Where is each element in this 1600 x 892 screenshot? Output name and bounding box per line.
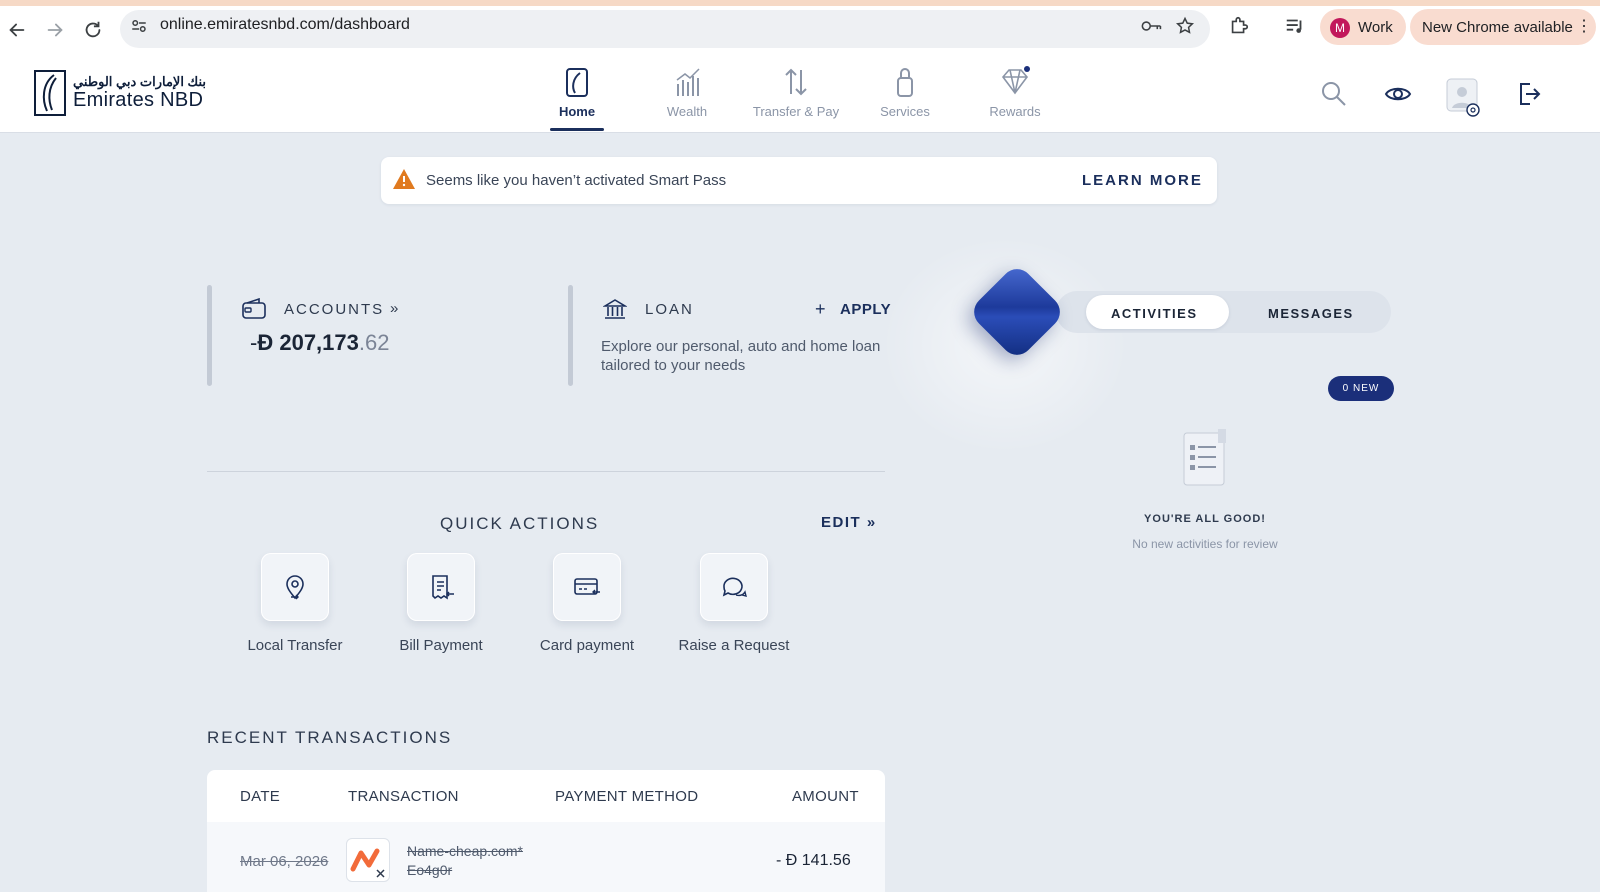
reload-icon[interactable] <box>82 19 104 41</box>
transaction-amount: - Đ 141.56 <box>776 852 851 869</box>
tab-rewards-label: Rewards <box>989 104 1041 119</box>
search-icon[interactable] <box>1320 80 1348 108</box>
section-divider <box>207 471 885 472</box>
accounts-accent-bar <box>207 285 212 386</box>
url-text[interactable]: online.emiratesnbd.com/dashboard <box>160 16 410 34</box>
loan-description: Explore our personal, auto and home loan… <box>601 338 881 374</box>
edit-label[interactable]: EDIT <box>821 514 861 531</box>
bookmark-star-icon[interactable] <box>1175 16 1195 36</box>
new-count-badge: 0 NEW <box>1328 376 1394 401</box>
active-tab-indicator <box>550 128 604 131</box>
logo-text: Emirates NBD <box>73 89 204 111</box>
transaction-merchant: Name-cheap.com* Eo4g0r <box>407 843 523 878</box>
logo-arabic-text: بنك الإمارات دبي الوطني <box>73 74 207 89</box>
tab-wealth[interactable]: Wealth <box>632 64 742 132</box>
learn-more-link[interactable]: LEARN MORE <box>1082 172 1203 189</box>
chrome-update-label[interactable]: New Chrome available <box>1422 19 1573 36</box>
currency-symbol: Đ <box>257 330 274 355</box>
quick-actions-title: QUICK ACTIONS <box>440 514 600 533</box>
balance-decimal: .62 <box>358 330 390 355</box>
tab-services-label: Services <box>880 104 930 119</box>
card-payment-icon <box>574 578 600 595</box>
tab-activities[interactable]: ACTIVITIES <box>1111 306 1198 321</box>
back-arrow-icon[interactable] <box>6 19 28 41</box>
profile-settings-icon[interactable] <box>1446 78 1480 118</box>
accounts-label[interactable]: ACCOUNTS <box>284 301 384 318</box>
password-key-icon[interactable] <box>1140 17 1162 35</box>
empty-state-subtitle: No new activities for review <box>1132 537 1278 551</box>
warning-triangle-icon <box>393 169 415 189</box>
loan-label: LOAN <box>645 301 694 318</box>
forward-arrow-icon[interactable] <box>44 19 66 41</box>
card-payment-label[interactable]: Card payment <box>527 636 647 655</box>
empty-state-title: YOU'RE ALL GOOD! <box>1144 513 1266 525</box>
accounts-chevron-icon[interactable]: » <box>390 300 398 317</box>
col-amount: AMOUNT <box>792 788 859 805</box>
local-transfer-label[interactable]: Local Transfer <box>235 636 355 655</box>
transaction-date: Mar 06, 2026 <box>240 853 329 870</box>
bill-payment-label[interactable]: Bill Payment <box>381 636 501 655</box>
loan-accent-bar <box>568 285 573 386</box>
profile-label[interactable]: Work <box>1358 19 1393 36</box>
quick-action-raise-request[interactable] <box>700 553 768 621</box>
extensions-puzzle-icon[interactable] <box>1228 15 1250 37</box>
accounts-balance: -Đ 207,173.62 <box>250 330 389 356</box>
raise-request-label[interactable]: Raise a Request <box>674 636 794 655</box>
chrome-menu-icon[interactable]: ⋮ <box>1576 16 1592 36</box>
namecheap-logo-icon <box>350 848 385 878</box>
tab-home[interactable]: Home <box>522 64 632 132</box>
services-icon <box>897 68 913 97</box>
tab-transfer-pay[interactable]: Transfer & Pay <box>741 64 851 132</box>
profile-avatar[interactable]: M <box>1330 18 1350 38</box>
quick-actions-edit[interactable]: EDIT » <box>821 514 877 531</box>
bill-icon <box>432 575 454 600</box>
col-payment-method: PAYMENT METHOD <box>555 788 699 805</box>
emirates-nbd-logo-icon[interactable] <box>34 70 66 116</box>
home-icon <box>566 68 588 97</box>
chat-bubbles-icon <box>722 577 747 597</box>
wallet-icon <box>242 298 266 319</box>
quick-action-bill-payment[interactable] <box>407 553 475 621</box>
transfer-arrows-icon <box>785 68 807 96</box>
quick-action-local-transfer[interactable] <box>261 553 329 621</box>
eye-visibility-icon[interactable] <box>1384 80 1412 108</box>
tab-wealth-label: Wealth <box>666 104 708 119</box>
media-queue-icon[interactable] <box>1284 15 1306 37</box>
bank-building-icon <box>603 299 627 319</box>
plus-icon[interactable]: + <box>815 299 826 320</box>
balance-integer: 207,173 <box>279 330 359 355</box>
location-transfer-icon <box>286 575 304 600</box>
wealth-chart-icon <box>676 68 700 96</box>
empty-clipboard-icon <box>1183 429 1226 486</box>
logout-icon[interactable] <box>1514 80 1542 108</box>
tab-transfer-pay-label: Transfer & Pay <box>752 104 840 119</box>
diamond-icon <box>1001 66 1030 95</box>
merchant-logo <box>346 838 390 882</box>
smart-pass-message: Seems like you haven’t activated Smart P… <box>426 172 727 189</box>
col-transaction: TRANSACTION <box>348 788 459 805</box>
recent-transactions-title: RECENT TRANSACTIONS <box>207 728 453 747</box>
tab-messages[interactable]: MESSAGES <box>1268 306 1354 321</box>
tab-services[interactable]: Services <box>850 64 960 132</box>
quick-action-card-payment[interactable] <box>553 553 621 621</box>
tab-rewards[interactable]: Rewards <box>960 64 1070 132</box>
site-settings-icon[interactable] <box>130 17 148 35</box>
col-date: DATE <box>240 788 281 805</box>
tab-home-label: Home <box>558 104 596 119</box>
